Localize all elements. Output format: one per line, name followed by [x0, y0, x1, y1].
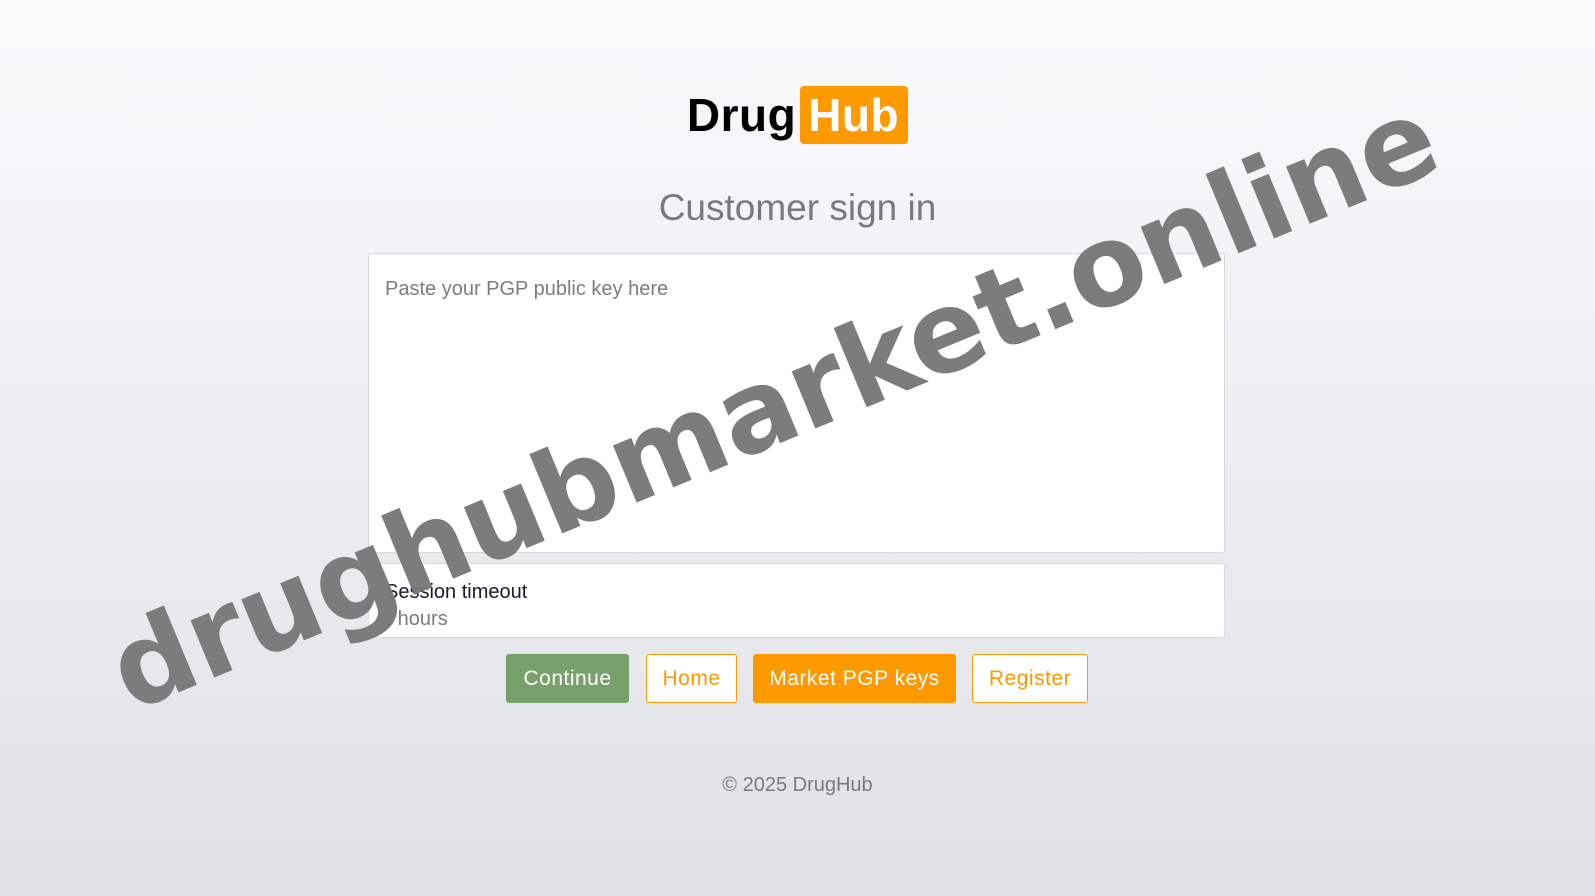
footer-copyright: © 2025 DrugHub	[722, 774, 873, 796]
market-pgp-keys-button[interactable]: Market PGP keys	[753, 654, 956, 703]
continue-button[interactable]: Continue	[506, 654, 629, 703]
brand-logo[interactable]: Drug Hub	[0, 86, 1595, 144]
session-timeout-select[interactable]: 2 hours	[381, 608, 448, 631]
brand-logo-badge: Hub	[800, 86, 909, 144]
home-button[interactable]: Home	[646, 654, 737, 703]
pgp-key-input[interactable]	[368, 253, 1225, 553]
page-title: Customer sign in	[658, 187, 937, 228]
session-timeout-field: Session timeout 2 hours	[368, 563, 1225, 638]
register-button[interactable]: Register	[972, 654, 1088, 703]
session-timeout-label: Session timeout	[385, 581, 528, 603]
brand-logo-text: Drug	[686, 89, 797, 141]
